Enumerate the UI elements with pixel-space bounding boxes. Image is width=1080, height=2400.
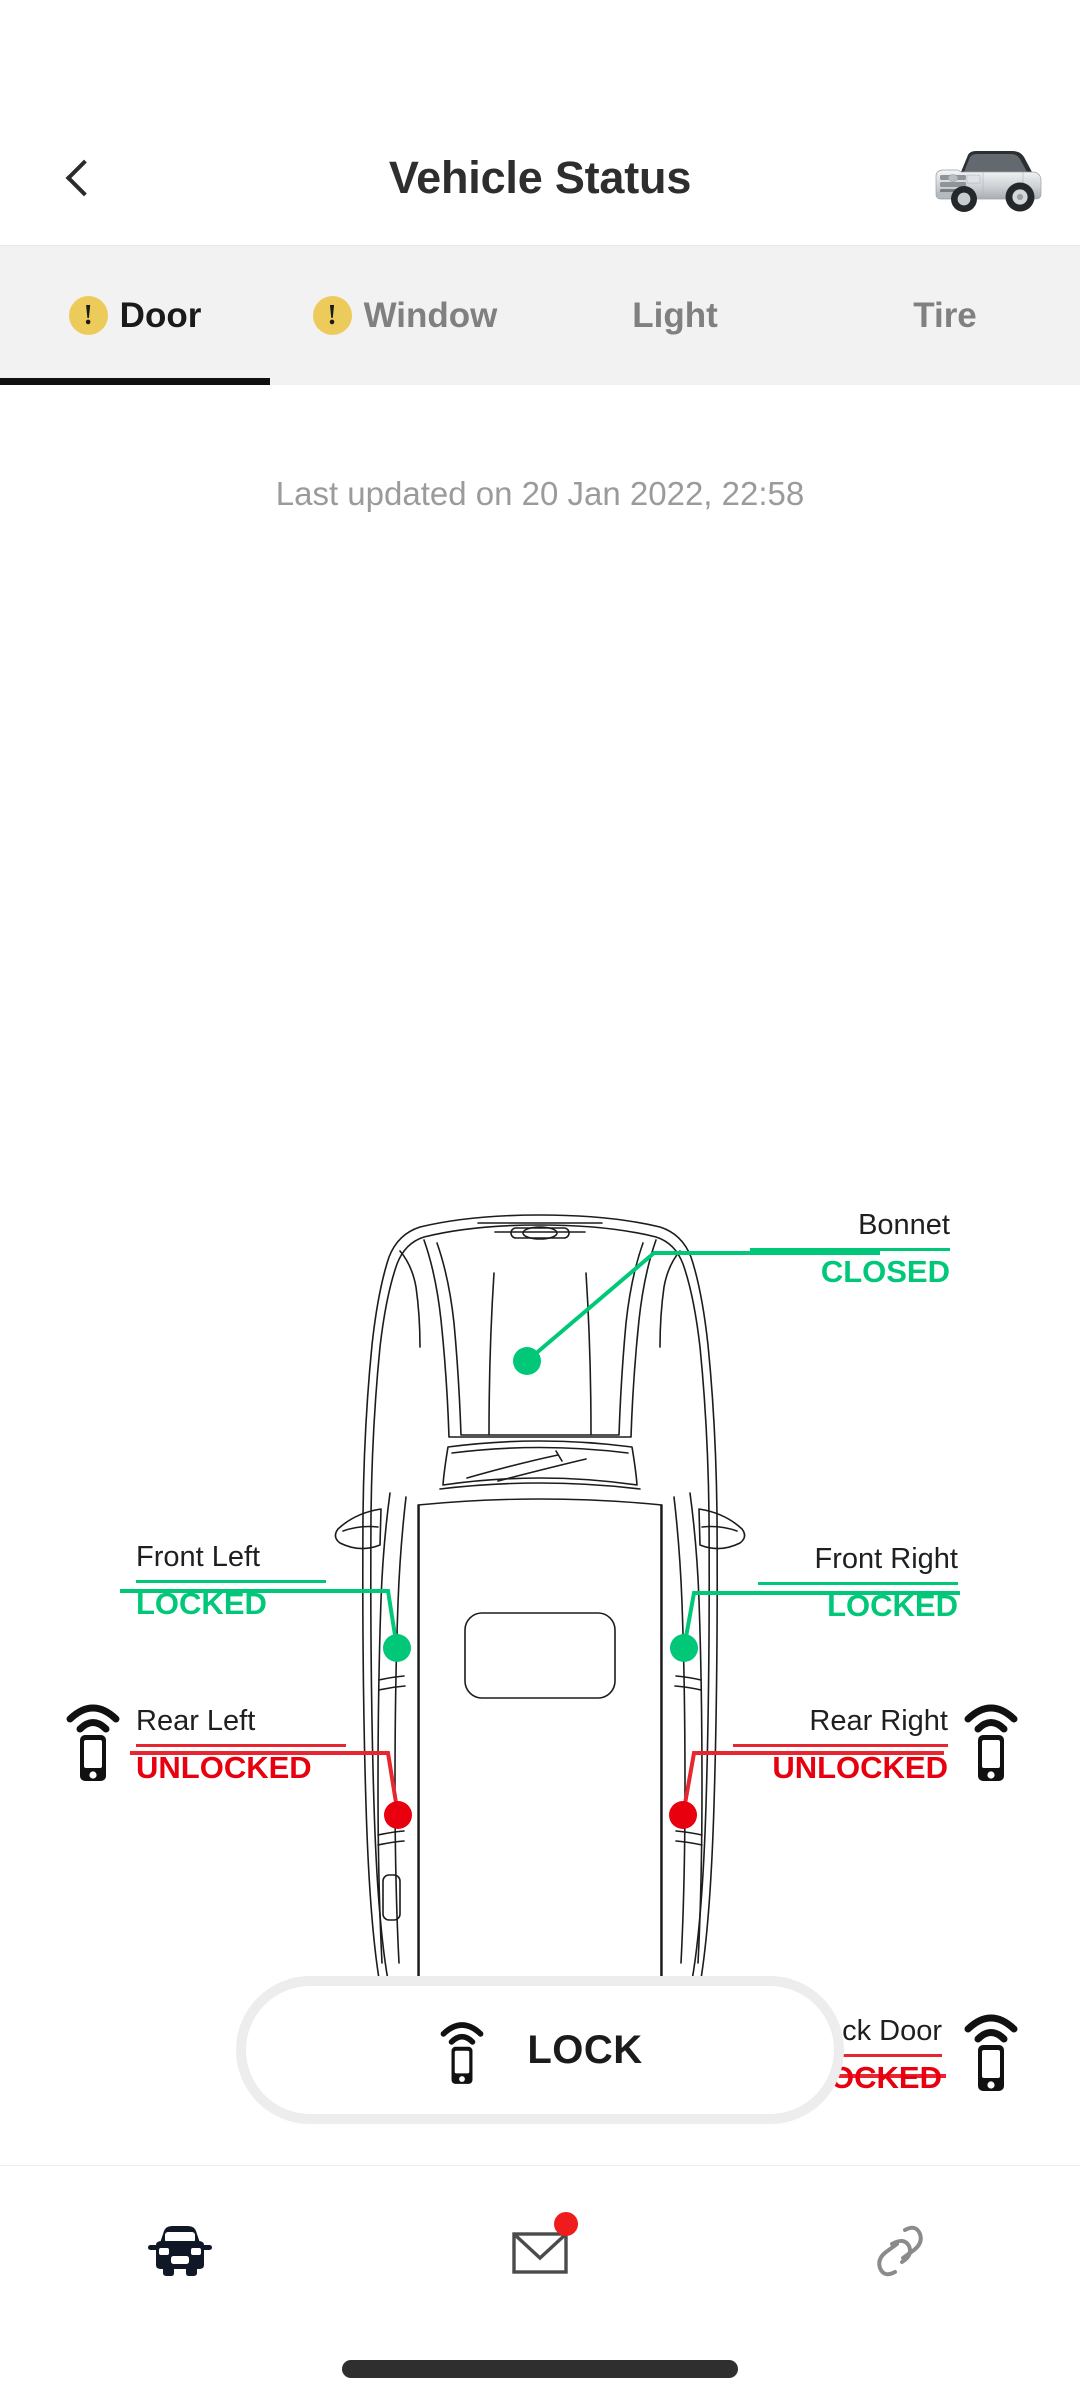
lock-action-bar: LOCK	[0, 1985, 1080, 2115]
tab-tire[interactable]: Tire	[810, 246, 1080, 385]
car-front-icon	[148, 2226, 212, 2276]
status-bonnet: Bonnet CLOSED	[750, 1209, 950, 1289]
status-front-right-value: LOCKED	[827, 1588, 958, 1624]
key-fob-icon	[964, 1704, 1018, 1781]
nav-messages[interactable]	[360, 2166, 720, 2336]
door-status-panel: Last updated on 20 Jan 2022, 22:58 Bonne…	[0, 385, 1080, 2220]
vehicle-diagram	[0, 385, 1080, 2220]
status-front-right-rule	[758, 1582, 958, 1586]
indicator-dot-rear-left	[384, 1801, 412, 1829]
indicator-dot-front-right	[670, 1634, 698, 1662]
key-fob-icon	[66, 1704, 120, 1781]
lock-button-label: LOCK	[527, 2027, 643, 2072]
status-rear-right-label: Rear Right	[809, 1705, 948, 1737]
page-title: Vehicle Status	[388, 151, 692, 203]
tab-light[interactable]: Light	[540, 246, 810, 385]
status-rear-left-value: UNLOCKED	[136, 1750, 312, 1786]
status-bonnet-label: Bonnet	[858, 1209, 950, 1241]
status-rear-right: Rear Right UNLOCKED	[733, 1705, 948, 1785]
status-rear-right-rule	[733, 1744, 948, 1748]
key-fob-icon-rear-right	[960, 1695, 1022, 1788]
status-rear-left: Rear Left UNLOCKED	[136, 1705, 346, 1785]
back-button[interactable]	[44, 142, 116, 214]
status-tabbar: ! Door ! Window Light Tire	[0, 245, 1080, 385]
exclamation-circle-icon: !	[68, 296, 108, 335]
tab-tire-label: Tire	[913, 295, 977, 335]
unread-badge	[554, 2212, 578, 2236]
indicator-dot-rear-right	[669, 1801, 697, 1829]
status-front-left: Front Left LOCKED	[136, 1541, 326, 1621]
tab-door[interactable]: ! Door	[0, 246, 270, 385]
status-bonnet-value: CLOSED	[820, 1254, 950, 1290]
status-rear-right-value: UNLOCKED	[772, 1750, 948, 1786]
app-screen: Vehicle Status ! Door ! Window Light Tir…	[0, 0, 1080, 2400]
home-indicator	[342, 2360, 738, 2378]
suv-photo-icon[interactable]	[928, 142, 1046, 214]
key-fob-icon	[440, 2022, 484, 2084]
tab-active-indicator	[0, 378, 270, 385]
indicator-dot-front-left	[383, 1634, 411, 1662]
last-updated-text: Last updated on 20 Jan 2022, 22:58	[275, 475, 805, 512]
status-bar	[0, 0, 1080, 110]
status-front-left-label: Front Left	[136, 1541, 261, 1573]
nav-vehicle[interactable]	[0, 2166, 360, 2336]
tab-door-label: Door	[119, 295, 202, 335]
car-top-view-icon	[334, 1214, 746, 2070]
tab-window-label: Window	[363, 295, 498, 335]
tab-window[interactable]: ! Window	[270, 246, 540, 385]
status-rear-left-rule	[136, 1744, 346, 1748]
nav-link[interactable]	[720, 2166, 1080, 2336]
indicator-dot-bonnet	[513, 1347, 541, 1375]
status-front-left-value: LOCKED	[136, 1586, 267, 1622]
exclamation-circle-icon: !	[312, 296, 352, 335]
status-bonnet-rule	[750, 1248, 950, 1252]
status-front-right-label: Front Right	[814, 1543, 958, 1575]
status-front-right: Front Right LOCKED	[758, 1543, 958, 1623]
status-rear-left-label: Rear Left	[136, 1705, 256, 1737]
chevron-left-icon	[65, 159, 103, 196]
bottom-navigation	[0, 2165, 1080, 2400]
status-front-left-rule	[136, 1580, 326, 1584]
key-fob-icon-rear-left	[62, 1695, 124, 1788]
lock-button[interactable]: LOCK	[245, 1985, 835, 2115]
app-header: Vehicle Status	[0, 110, 1080, 245]
tab-light-label: Light	[632, 295, 718, 335]
link-chain-icon	[877, 2225, 923, 2277]
